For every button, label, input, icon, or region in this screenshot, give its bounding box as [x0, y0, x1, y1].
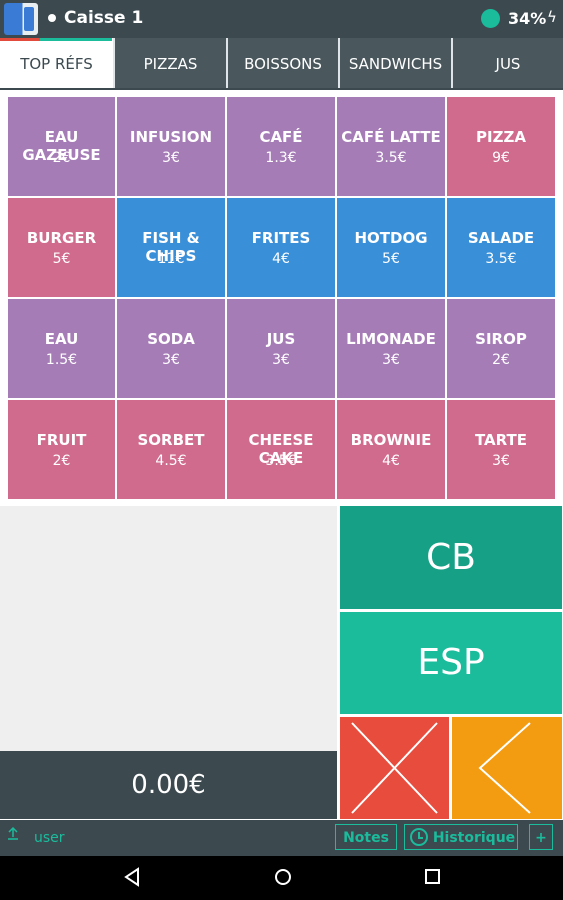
- product-tile[interactable]: SODA 3€: [116, 298, 226, 399]
- ticket-area: [0, 506, 337, 751]
- product-tile[interactable]: CHEESE CAKE 3.5€: [226, 399, 336, 500]
- navigation-bar: [0, 856, 563, 900]
- upload-icon: [7, 826, 19, 843]
- total-amount: 0.00€: [0, 751, 337, 819]
- product-tile[interactable]: FRUIT 2€: [7, 399, 116, 500]
- product-price: 3€: [162, 352, 180, 368]
- product-name: CAFÉ LATTE: [341, 128, 441, 146]
- product-name: SORBET: [137, 431, 205, 449]
- product-price: 3€: [382, 352, 400, 368]
- product-price: 1.3€: [265, 150, 297, 166]
- product-price: 2€: [52, 150, 71, 166]
- tab-sandwichs[interactable]: SANDWICHS: [338, 38, 451, 88]
- product-name: SALADE: [467, 229, 535, 247]
- product-name: INFUSION: [129, 128, 213, 146]
- tab-pizzas[interactable]: PIZZAS: [113, 38, 226, 88]
- product-tile[interactable]: EAU 1.5€: [7, 298, 116, 399]
- charging-bolt-icon: ϟ: [547, 8, 557, 26]
- product-name: PIZZA: [476, 128, 526, 146]
- chevron-left-icon: [478, 722, 531, 814]
- product-tile[interactable]: JUS 3€: [226, 298, 336, 399]
- product-name: TARTE: [474, 431, 528, 449]
- product-price: 3€: [492, 453, 510, 469]
- history-button[interactable]: Historique: [404, 824, 518, 850]
- back-nav-icon[interactable]: [122, 866, 142, 888]
- history-label: Historique: [432, 830, 516, 846]
- product-grid: EAU GAZEUSE 2€ INFUSION 3€ CAFÉ 1.3€ CAFÉ LATT…: [7, 96, 557, 500]
- product-price: 9€: [492, 150, 510, 166]
- product-price: 3.5€: [485, 251, 517, 267]
- cancel-button[interactable]: [340, 717, 449, 819]
- product-price: 4€: [272, 251, 290, 267]
- product-tile[interactable]: CAFÉ 1.3€: [226, 96, 336, 197]
- add-button[interactable]: +: [529, 824, 553, 850]
- product-tile[interactable]: EAU GAZEUSE 2€: [7, 96, 116, 197]
- app-icon: [4, 3, 38, 35]
- product-name: FRITES: [251, 229, 311, 247]
- product-tile[interactable]: HOTDOG 5€: [336, 197, 446, 298]
- tab-jus[interactable]: JUS: [451, 38, 563, 88]
- product-tile[interactable]: TARTE 3€: [446, 399, 556, 500]
- product-price: 1.5€: [45, 352, 78, 368]
- product-name: SODA: [147, 330, 195, 348]
- tab-accent-bar-green: [40, 38, 112, 41]
- tab-boissons[interactable]: BOISSONS: [226, 38, 338, 88]
- product-price: 5€: [52, 251, 71, 267]
- home-nav-icon[interactable]: [272, 866, 294, 888]
- back-button[interactable]: [452, 717, 562, 819]
- product-name: LIMONADE: [346, 330, 436, 348]
- product-tile[interactable]: BURGER 5€: [7, 197, 116, 298]
- pay-cash-button[interactable]: ESP: [340, 612, 562, 714]
- close-x-icon: [351, 722, 438, 814]
- recents-nav-icon[interactable]: [422, 866, 442, 888]
- product-price: 11€: [157, 251, 185, 267]
- product-name: HOTDOG: [354, 229, 428, 247]
- product-tile[interactable]: SORBET 4.5€: [116, 399, 226, 500]
- clock-icon: [410, 828, 428, 846]
- tab-top-refs[interactable]: TOP RÉFS: [0, 38, 113, 88]
- pay-card-button[interactable]: CB: [340, 506, 562, 609]
- product-tile[interactable]: INFUSION 3€: [116, 96, 226, 197]
- product-price: 3€: [272, 352, 290, 368]
- battery-level: 34%: [508, 9, 547, 28]
- product-price: 4€: [382, 453, 400, 469]
- product-tile[interactable]: PIZZA 9€: [446, 96, 556, 197]
- product-name: BURGER: [26, 229, 97, 247]
- status-bar: Caisse 1 34% ϟ: [0, 0, 563, 38]
- notes-button[interactable]: Notes: [335, 824, 397, 850]
- product-price: 3.5€: [265, 453, 297, 469]
- product-name: CAFÉ: [259, 128, 303, 146]
- user-bar: user Notes Historique +: [0, 820, 563, 856]
- product-price: 2€: [52, 453, 71, 469]
- product-tile[interactable]: CAFÉ LATTE 3.5€: [336, 96, 446, 197]
- product-name: BROWNIE: [350, 431, 432, 449]
- category-tabs: TOP RÉFS PIZZAS BOISSONS SANDWICHS JUS: [0, 38, 563, 90]
- product-price: 3€: [162, 150, 180, 166]
- product-name: SIROP: [475, 330, 527, 348]
- product-price: 5€: [382, 251, 400, 267]
- product-price: 2€: [492, 352, 510, 368]
- product-tile[interactable]: FRITES 4€: [226, 197, 336, 298]
- product-tile[interactable]: SALADE 3.5€: [446, 197, 556, 298]
- product-price: 3.5€: [375, 150, 407, 166]
- product-tile[interactable]: LIMONADE 3€: [336, 298, 446, 399]
- product-tile[interactable]: BROWNIE 4€: [336, 399, 446, 500]
- product-name: JUS: [266, 330, 296, 348]
- user-label[interactable]: user: [34, 830, 65, 846]
- product-price: 4.5€: [155, 453, 187, 469]
- product-name: FRUIT: [36, 431, 87, 449]
- notification-dot-icon: [48, 14, 56, 22]
- register-title: Caisse 1: [64, 8, 144, 28]
- product-tile[interactable]: FISH & CHIPS 11€: [116, 197, 226, 298]
- battery-status-icon: [481, 9, 500, 28]
- product-tile[interactable]: SIROP 2€: [446, 298, 556, 399]
- product-name: EAU: [44, 330, 79, 348]
